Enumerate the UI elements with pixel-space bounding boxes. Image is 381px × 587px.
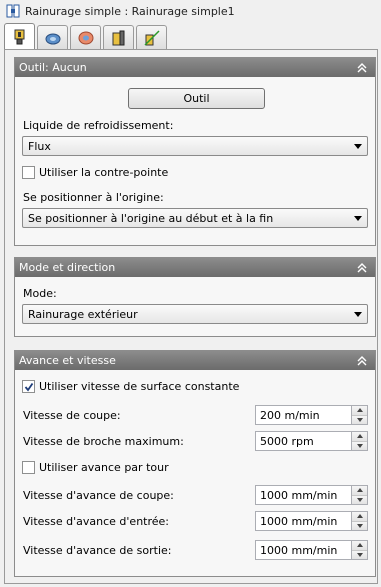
exit-feed-input[interactable]: 1000 mm/min: [255, 540, 352, 560]
tool-button[interactable]: Outil: [128, 88, 265, 109]
mode-select[interactable]: Rainurage extérieur: [22, 304, 368, 324]
max-spindle-field[interactable]: 5000 rpm: [255, 431, 368, 451]
coolant-select-value: Flux: [28, 139, 51, 153]
tab-passes[interactable]: [70, 25, 101, 50]
tab-tool[interactable]: [4, 23, 35, 50]
checkmark-icon: [24, 382, 33, 391]
css-label: Utiliser vitesse de surface constante: [39, 380, 240, 393]
feed-speed-panel-title: Avance et vitesse: [19, 354, 116, 367]
tool-panel-title: Outil: Aucun: [19, 61, 87, 74]
exit-feed-label: Vitesse d'avance de sortie:: [23, 544, 172, 557]
cutting-speed-label: Vitesse de coupe:: [23, 409, 121, 422]
window-titlebar: Rainurage simple : Rainurage simple1: [0, 0, 381, 22]
chevron-down-icon: [354, 216, 362, 221]
tab-linking[interactable]: [103, 25, 134, 50]
coolant-label: Liquide de refroidissement:: [23, 119, 174, 132]
mode-label: Mode:: [23, 287, 57, 300]
tool-panel: Outil: Aucun Outil Liquide de refroidiss…: [14, 57, 376, 246]
max-spindle-input[interactable]: 5000 rpm: [255, 431, 352, 451]
spin-up-icon[interactable]: [352, 486, 367, 496]
tab-toolpath[interactable]: [136, 25, 167, 50]
checkbox-box[interactable]: [22, 380, 35, 393]
home-select-value: Se positionner à l'origine au début et à…: [28, 211, 274, 225]
exit-feed-field[interactable]: 1000 mm/min: [255, 540, 368, 560]
home-select[interactable]: Se positionner à l'origine au début et à…: [22, 208, 368, 228]
cutting-feed-label: Vitesse d'avance de coupe:: [23, 489, 174, 502]
home-label: Se positionner à l'origine:: [23, 191, 164, 204]
feed-per-rev-checkbox[interactable]: Utiliser avance par tour: [22, 461, 169, 474]
spin-down-icon[interactable]: [352, 495, 367, 504]
mode-panel-title: Mode et direction: [19, 261, 116, 274]
tool-icon: [14, 29, 24, 45]
cutting-speed-input[interactable]: 200 m/min: [255, 405, 352, 425]
coolant-icon: [45, 33, 60, 45]
spin-up-icon[interactable]: [352, 512, 367, 522]
entry-feed-field[interactable]: 1000 mm/min: [255, 511, 368, 531]
cutting-speed-field[interactable]: 200 m/min: [255, 405, 368, 425]
cutting-feed-input[interactable]: 1000 mm/min: [255, 485, 352, 505]
collapse-icon[interactable]: [355, 354, 369, 368]
tailstock-label: Utiliser la contre-pointe: [39, 166, 169, 179]
entry-feed-label: Vitesse d'avance d'entrée:: [23, 515, 170, 528]
spin-up-icon[interactable]: [352, 406, 367, 416]
chevron-down-icon: [354, 144, 362, 149]
mode-panel-header[interactable]: Mode et direction: [15, 258, 375, 277]
tool-panel-header[interactable]: Outil: Aucun: [15, 58, 375, 77]
linking-icon: [112, 30, 124, 46]
entry-feed-input[interactable]: 1000 mm/min: [255, 511, 352, 531]
feed-per-rev-label: Utiliser avance par tour: [39, 461, 169, 474]
checkbox-box[interactable]: [22, 166, 35, 179]
feed-speed-panel: Avance et vitesse Utiliser vitesse de su…: [14, 350, 376, 577]
max-spindle-label: Vitesse de broche maximum:: [23, 435, 184, 448]
groove-operation-icon: [6, 4, 20, 18]
spin-down-icon[interactable]: [352, 550, 367, 559]
mode-panel: Mode et direction Mode: Rainurage extéri…: [14, 257, 376, 337]
tab-content: Outil: Aucun Outil Liquide de refroidiss…: [4, 49, 378, 584]
tab-strip: [4, 23, 169, 50]
passes-icon: [78, 31, 93, 45]
coolant-select[interactable]: Flux: [22, 136, 368, 156]
chevron-down-icon: [354, 312, 362, 317]
spin-up-icon[interactable]: [352, 541, 367, 551]
spin-down-icon[interactable]: [352, 521, 367, 530]
collapse-icon[interactable]: [355, 61, 369, 75]
mode-select-value: Rainurage extérieur: [28, 307, 138, 321]
feed-speed-panel-header[interactable]: Avance et vitesse: [15, 351, 375, 370]
toolpath-icon: [143, 30, 160, 46]
checkbox-box[interactable]: [22, 461, 35, 474]
spin-up-icon[interactable]: [352, 432, 367, 442]
spin-down-icon[interactable]: [352, 415, 367, 424]
tab-coolant[interactable]: [37, 25, 68, 50]
window-title: Rainurage simple : Rainurage simple1: [25, 4, 235, 18]
cutting-feed-field[interactable]: 1000 mm/min: [255, 485, 368, 505]
spin-down-icon[interactable]: [352, 441, 367, 450]
collapse-icon[interactable]: [355, 261, 369, 275]
css-checkbox[interactable]: Utiliser vitesse de surface constante: [22, 380, 239, 393]
tailstock-checkbox[interactable]: Utiliser la contre-pointe: [22, 166, 168, 179]
